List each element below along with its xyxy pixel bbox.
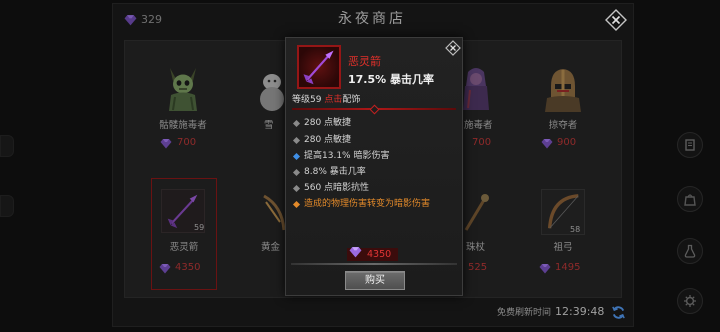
shop-item-card[interactable]: 珠杖 525 [462, 180, 502, 290]
item-name: 恶灵箭 [169, 242, 199, 253]
purple-gem-icon [160, 139, 172, 149]
scroll-icon [685, 139, 695, 151]
diamond-bullet-icon [292, 136, 301, 144]
shop-item-card-selected[interactable]: 59 恶灵箭 4350 [151, 178, 217, 290]
item-level-badge: 58 [570, 225, 581, 234]
skull-poisoner-icon [169, 68, 197, 111]
refresh-icon[interactable] [611, 305, 626, 320]
purple-gem-icon [539, 264, 551, 274]
stat-text: 280 点敏捷 [304, 135, 352, 145]
stat-text: 提高13.1% 暗影伤害 [304, 151, 390, 161]
side-menu-bag-button[interactable] [677, 186, 703, 212]
side-menu-scroll-button[interactable] [677, 132, 703, 158]
side-menu-potion-button[interactable] [677, 238, 703, 264]
free-refresh-label: 免费刷新时间 [497, 308, 552, 318]
stat-line: 560 点暗影抗性 [292, 180, 459, 196]
stat-text: 造成的物理伤害转变为暗影伤害 [304, 199, 431, 209]
item-slot: 配饰 [342, 95, 361, 105]
stat-text: 8.8% 暴击几率 [304, 167, 366, 177]
side-tab[interactable] [0, 195, 14, 217]
shop-item-card[interactable]: 58 祖弓 1495 [528, 180, 598, 290]
stat-line: 280 点敏捷 [292, 132, 459, 148]
orb-staff-icon [464, 194, 489, 231]
game-screen: 329 永夜商店 骷髅施毒者 700 雪 施毒者 700 掠夺者 900 59 … [0, 0, 720, 332]
item-name: 珠杖 [466, 242, 486, 253]
item-name: 掠夺者 [548, 120, 578, 131]
item-price: 900 [557, 137, 577, 148]
close-icon[interactable] [605, 9, 627, 31]
purple-arrow-icon [303, 50, 334, 85]
gear-icon [684, 295, 696, 307]
divider-diamond-icon [369, 104, 380, 114]
item-name: 祖弓 [553, 242, 573, 253]
item-name: 黄金 [261, 242, 281, 253]
item-level-badge: 59 [194, 223, 205, 232]
buy-button[interactable]: 购买 [345, 271, 405, 290]
golden-crossbow-icon [263, 194, 286, 231]
item-name: 骷髅施毒者 [159, 120, 207, 131]
shop-item-card[interactable]: 骷髅施毒者 700 [148, 58, 218, 154]
stat-line: 8.8% 暴击几率 [292, 164, 459, 180]
item-level-line: 等级59 点击配饰 [292, 94, 360, 106]
item-name-title: 恶灵箭 [348, 55, 381, 68]
marauder-helmet-icon [545, 69, 581, 112]
item-price: 4350 [367, 249, 392, 260]
shop-title: 永夜商店 [338, 11, 406, 27]
headline-stat: 17.5% 暴击几率 [348, 73, 434, 86]
item-price: 700 [177, 137, 197, 148]
diamond-bullet-icon [292, 168, 301, 176]
item-icon-frame [297, 45, 341, 89]
item-name: 施毒者 [464, 120, 493, 131]
item-detail-popup: 恶灵箭 17.5% 暴击几率 等级59 点击配饰 280 点敏捷 280 点敏捷… [285, 37, 463, 296]
purple-gem-icon [124, 15, 137, 26]
side-tab[interactable] [0, 135, 14, 157]
snow-beast-icon [260, 74, 284, 111]
side-menu-settings-button[interactable] [677, 288, 703, 314]
stat-text: 560 点暗影抗性 [304, 183, 370, 193]
close-icon[interactable] [445, 40, 461, 56]
diamond-bullet-icon [292, 184, 301, 192]
diamond-bullet-icon [292, 119, 301, 127]
item-price: 700 [472, 137, 492, 148]
item-rarity: 点击 [324, 95, 343, 105]
diamond-bullet-icon [292, 200, 301, 208]
currency-amount: 329 [141, 13, 162, 26]
purple-gem-icon [159, 264, 171, 274]
shop-item-card[interactable]: 施毒者 700 [462, 58, 502, 154]
bag-icon [684, 194, 696, 206]
divider [291, 263, 457, 265]
free-refresh-timer: 12:39:48 [555, 305, 605, 318]
item-name: 雪 [264, 120, 274, 131]
stat-line: 280 点敏捷 [292, 115, 459, 131]
poisoner-icon [463, 68, 489, 110]
shop-item-card[interactable]: 掠夺者 900 [528, 58, 598, 154]
diamond-bullet-icon [292, 152, 301, 160]
item-price: 525 [468, 262, 488, 273]
item-price: 1495 [555, 262, 581, 273]
stat-line: 提高13.1% 暗影伤害 [292, 148, 459, 164]
stat-line-special: 造成的物理伤害转变为暗影伤害 [292, 196, 459, 212]
purple-gem-icon [541, 139, 553, 149]
potion-icon [684, 244, 696, 258]
purple-gem-icon [349, 247, 362, 258]
item-price: 4350 [175, 262, 201, 273]
stat-text: 280 点敏捷 [304, 118, 352, 128]
item-level: 等级59 [292, 95, 322, 105]
